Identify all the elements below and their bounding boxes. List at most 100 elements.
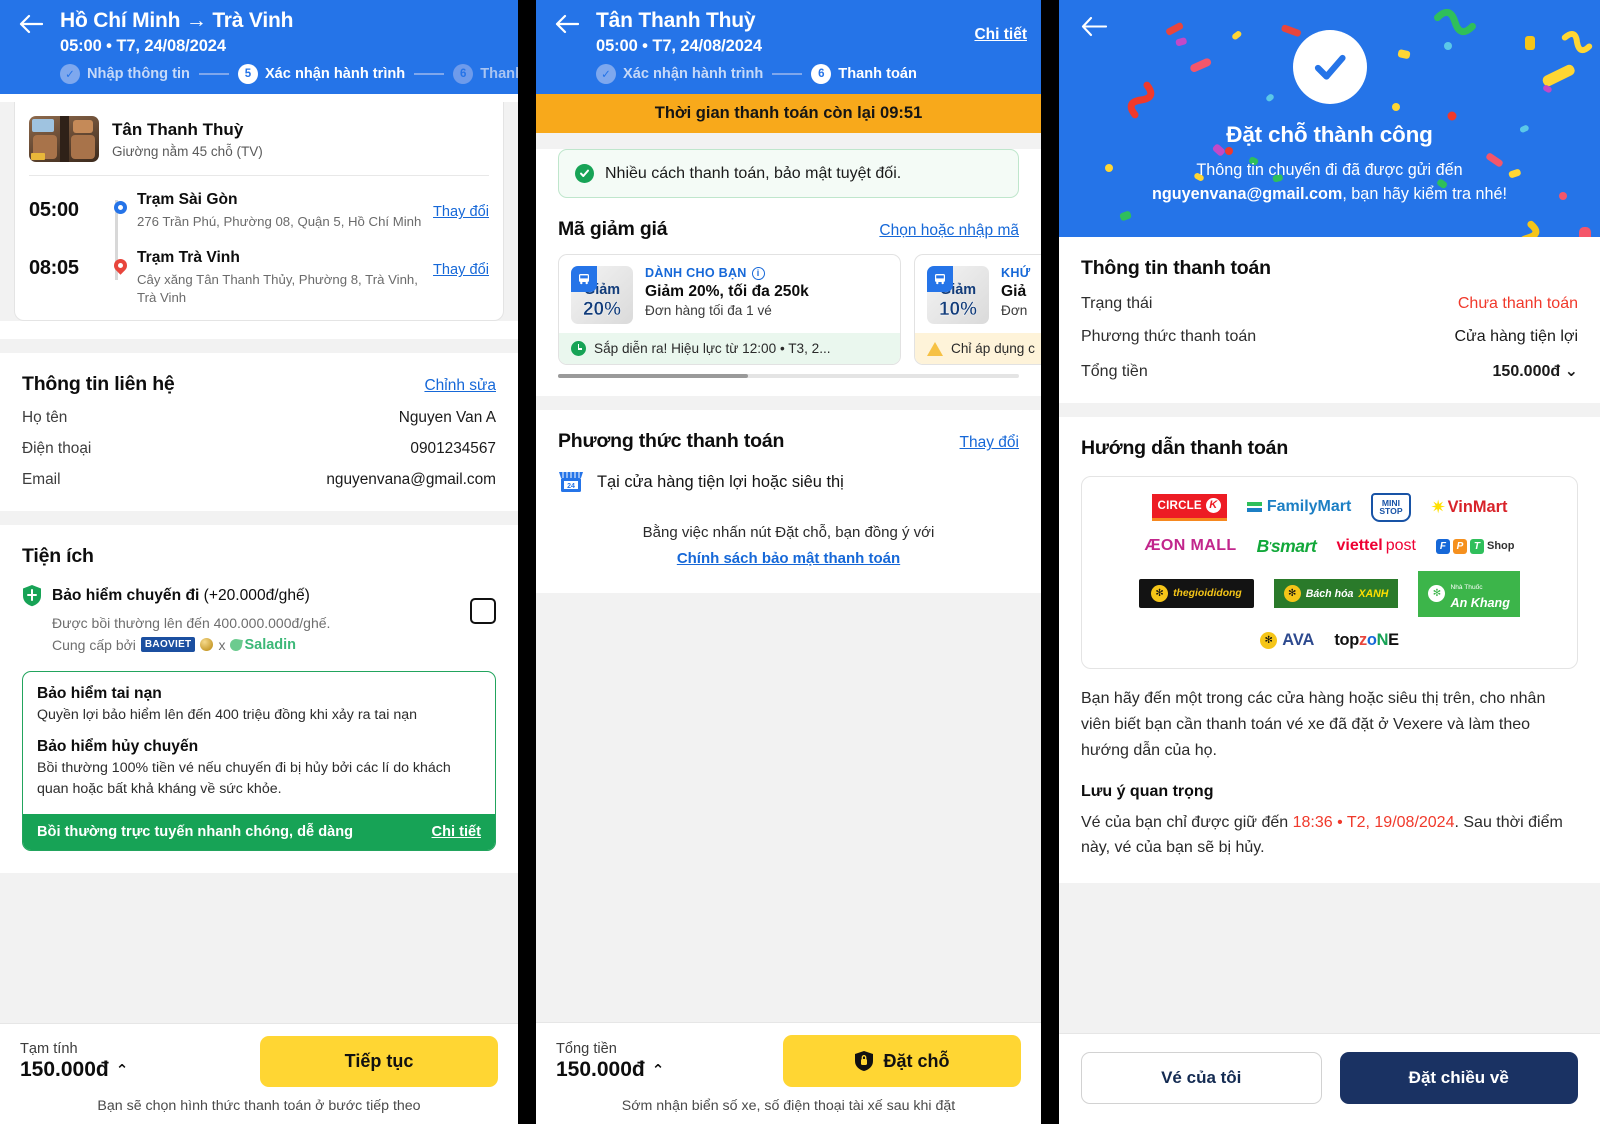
step-divider [198,73,229,76]
step-confirm[interactable]: ✓ Xác nhận hành trình [596,64,763,85]
voucher-carousel[interactable]: Giảm 20% DÀNH CHO BẠN i Giảm 20%, tối đa … [536,254,1041,366]
insurance-detail-link[interactable]: Chi tiết [432,824,481,840]
insurance-sub: Được bồi thường lên đến 400.000.000đ/ghế… [52,615,331,632]
privacy-policy-link[interactable]: Chính sách bảo mật thanh toán [677,550,900,567]
leg-address: 276 Trần Phú, Phường 08, Quận 5, Hồ Chí … [137,213,422,229]
insurance-label: Bảo hiểm chuyến đi (+20.000đ/ghế) [52,586,310,604]
subtotal-block[interactable]: Tạm tính 150.000đ ⌃ [20,1041,128,1082]
map-pin-icon [103,248,137,276]
voucher-scrollbar[interactable] [558,374,1019,379]
panel3-scroll-body[interactable]: Thông tin thanh toán Trạng thái Chưa tha… [1059,236,1600,1033]
chevron-up-icon[interactable]: ⌃ [652,1061,665,1079]
value: Nguyen Van A [398,409,496,427]
section-gap [1059,883,1600,898]
chevron-up-icon[interactable]: ⌃ [116,1061,129,1079]
section-gap [0,339,518,354]
panel1-header: Hồ Chí Minh → Trà Vinh 05:00 • T7, 24/08… [0,0,518,95]
step-1-badge: ✓ [60,64,80,85]
benefit-2-desc: Bồi thường 100% tiền vé nếu chuyến đi bị… [37,760,451,797]
change-method-link[interactable]: Thay đổi [960,434,1019,452]
payment-countdown: Thời gian thanh toán còn lại 09:51 [536,94,1041,134]
leg-time: 08:05 [29,257,79,280]
insurance-option[interactable]: Bảo hiểm chuyến đi (+20.000đ/ghế) Được b… [22,584,496,653]
voucher-title: Giảm 20%, tối đa 250k [645,283,809,301]
ankhang-logo: ✻ Nhà Thuốc An Khang [1418,570,1520,617]
total-amount: 150.000đ ⌃ [556,1057,665,1081]
trip-datetime: 05:00 • T7, 24/08/2024 [60,36,226,55]
step-divider [772,73,803,76]
terms-text: Bằng việc nhấn nút Đặt chỗ, bạn đồng ý v… [642,524,935,542]
panel2-datetime: 05:00 • T7, 24/08/2024 [596,36,762,55]
change-pickup-link[interactable]: Thay đổi [433,190,489,220]
my-tickets-button[interactable]: Vé của tôi [1081,1052,1322,1104]
payment-method-section: Phương thức thanh toán Thay đổi 24 Tại c… [536,410,1041,594]
chevron-down-icon[interactable]: ⌄ [1565,363,1578,380]
store-logo-row: ✻ thegioididong ✻ Bách hóa XANH ✻ Nhà Thuốc… [1096,570,1563,617]
back-icon[interactable] [14,8,48,34]
total-amount-row[interactable]: Tổng tiền 150.000đ ⌄ [1081,361,1578,381]
security-notice: Nhiều cách thanh toán, bảo mật tuyệt đối… [558,149,1019,199]
stepper: ✓ Nhập thông tin 5 Xác nhận hành trình 6… [14,64,518,85]
ava-logo: ✻ AVA [1260,631,1314,650]
shield-icon [23,585,41,607]
panel3-bottom-bar: Vé của tôi Đặt chiều về [1059,1033,1600,1124]
step-2[interactable]: 5 Xác nhận hành trình [237,64,406,85]
familymart-logo: FamilyMart [1246,498,1351,516]
voucher-card[interactable]: Giảm 20% DÀNH CHO BẠN i Giảm 20%, tối đa … [558,254,901,366]
voucher-badge-percent: 20% [582,298,622,320]
change-dropoff-link[interactable]: Thay đổi [433,248,489,278]
insurance-checkbox[interactable] [470,598,496,625]
voucher-subtitle: Đơn hàng tối đa 1 vé [645,303,772,319]
voucher-eyebrow: DÀNH CHO BẠN i [645,266,888,280]
trip-leg-dropoff: 08:05 Trạm Trà Vinh Cây xăng Tân Thanh T… [29,248,489,306]
benefit-2-title: Bảo hiểm hủy chuyến [37,738,199,756]
step-payment[interactable]: 6 Thanh toán [811,64,917,85]
pickup-dot-icon [103,190,137,215]
panel-payment: Tân Thanh Thuỳ 05:00 • T7, 24/08/2024 Ch… [536,0,1041,1124]
label: Trạng thái [1081,294,1153,312]
panel1-scroll-body[interactable]: Tân Thanh Thuỳ Giường nằm 45 chỗ (TV) 05… [0,94,518,1023]
important-note-title: Lưu ý quan trọng [1081,782,1214,800]
panel2-scroll-body[interactable]: Nhiều cách thanh toán, bảo mật tuyệt đối… [536,133,1041,1022]
step-3[interactable]: 6 Thanh [453,64,518,85]
label: Tổng tiền [1081,362,1148,380]
info-icon[interactable]: i [751,266,765,280]
choose-voucher-link[interactable]: Chọn hoặc nhập mã [879,222,1019,240]
voucher-subtitle: Đơn [1001,303,1028,319]
payment-status-row: Trạng thái Chưa thanh toán [1081,295,1578,313]
thegioididong-logo: ✻ thegioididong [1139,579,1254,609]
back-icon[interactable] [1081,16,1108,42]
selected-payment-method[interactable]: 24 Tại cửa hàng tiện lợi hoặc siêu thị [558,470,1019,494]
back-icon[interactable] [550,8,584,34]
vinmart-logo: ✷ VinMart [1430,497,1508,518]
book-return-button[interactable]: Đặt chiều về [1339,1052,1578,1104]
viettel-post-logo: viettel post [1336,537,1416,555]
step-1[interactable]: ✓ Nhập thông tin [60,64,190,85]
voucher-card[interactable]: Giảm 10% KHỨ Giả Đơn Chỉ áp dụng c [914,254,1041,366]
bsmart-logo: B ' smart [1256,535,1317,556]
step-1-label: Nhập thông tin [87,66,190,83]
baoviet-ball-icon [200,638,214,652]
benefit-1-title: Bảo hiểm tai nạn [37,684,162,702]
panel2-header: Tân Thanh Thuỳ 05:00 • T7, 24/08/2024 Ch… [536,0,1041,95]
voucher-badge: Giảm 20% [571,266,633,325]
trip-detail-link[interactable]: Chi tiết [974,8,1027,44]
edit-contact-link[interactable]: Chỉnh sửa [424,377,496,395]
trip-leg-pickup: 05:00 Trạm Sài Gòn 276 Trần Phú, Phường … [29,190,489,230]
step-2-label: Xác nhận hành trình [264,66,406,83]
book-seat-button[interactable]: Đặt chỗ [783,1035,1021,1087]
value: nguyenvana@gmail.com [326,471,496,489]
hold-deadline: 18:36 • T2, 19/08/2024 [1292,813,1455,831]
voucher-footer: Sắp diễn ra! Hiệu lực từ 12:00 • T3, 2..… [559,333,900,365]
success-title: Đặt chỗ thành công [1226,122,1433,147]
label: Họ tên [22,409,68,427]
total-block[interactable]: Tổng tiền 150.000đ ⌃ [556,1041,664,1082]
lock-shield-icon [855,1051,874,1071]
continue-button[interactable]: Tiếp tục [260,1036,498,1087]
bachhoaxanh-logo: ✻ Bách hóa XANH [1273,579,1399,609]
convenience-store-icon: 24 [559,472,583,493]
step-confirm-badge: ✓ [596,64,616,85]
contact-row-email: Email nguyenvana@gmail.com [22,471,496,489]
operator-row: Tân Thanh Thuỳ Giường nằm 45 chỗ (TV) [29,102,489,175]
contact-row-name: Họ tên Nguyen Van A [22,409,496,427]
